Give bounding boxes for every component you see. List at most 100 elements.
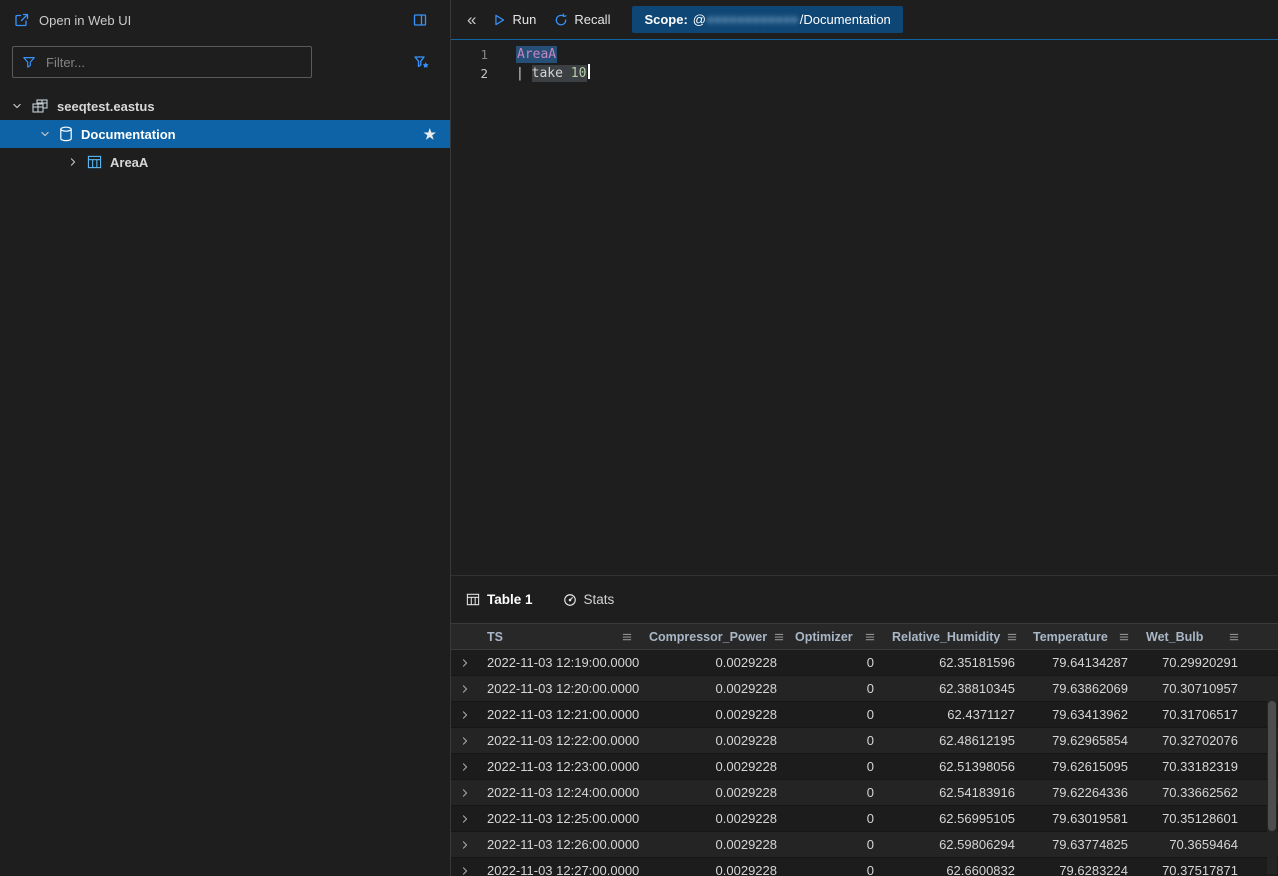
cell-optimizer: 0: [787, 702, 884, 727]
cell-wet-bulb: 70.33182319: [1138, 754, 1248, 779]
cell-optimizer: 0: [787, 832, 884, 857]
filter-row: [0, 40, 450, 84]
cell-ts: 2022-11-03 12:19:00.0000: [479, 650, 641, 675]
column-header-wet-bulb[interactable]: Wet_Bulb: [1138, 624, 1248, 649]
results-panel: Table 1 Stats TS Compressor_Power Optimizer…: [451, 575, 1278, 876]
row-expand-cell[interactable]: [451, 754, 479, 779]
column-header-compressor-power[interactable]: Compressor_Power: [641, 624, 787, 649]
cell-relative-humidity: 62.48612195: [884, 728, 1025, 753]
cell-ts: 2022-11-03 12:25:00.0000: [479, 806, 641, 831]
recall-button[interactable]: Recall: [554, 12, 610, 27]
row-expand-cell[interactable]: [451, 806, 479, 831]
filter-favorites-icon[interactable]: [413, 54, 430, 70]
row-expand-chevron-icon[interactable]: [460, 658, 470, 668]
column-header-optimizer[interactable]: Optimizer: [787, 624, 884, 649]
column-label: Temperature: [1033, 630, 1108, 644]
cell-optimizer: 0: [787, 650, 884, 675]
scope-label: Scope:: [644, 12, 687, 27]
query-editor[interactable]: 1AreaA2| take 10: [451, 40, 1278, 575]
cell-optimizer: 0: [787, 728, 884, 753]
tab-label: Table 1: [487, 592, 533, 607]
row-expand-chevron-icon[interactable]: [460, 710, 470, 720]
favorite-star-icon[interactable]: ★: [423, 127, 436, 141]
filter-box[interactable]: [12, 46, 312, 78]
cell-wet-bulb: 70.33662562: [1138, 780, 1248, 805]
table-row[interactable]: 2022-11-03 12:19:00.00000.0029228062.351…: [451, 650, 1278, 676]
column-menu-icon[interactable]: [1228, 631, 1240, 643]
row-expand-chevron-icon[interactable]: [460, 788, 470, 798]
table-row[interactable]: 2022-11-03 12:21:00.00000.0029228062.437…: [451, 702, 1278, 728]
cell-relative-humidity: 62.38810345: [884, 676, 1025, 701]
row-expand-cell[interactable]: [451, 780, 479, 805]
cell-temperature: 79.63862069: [1025, 676, 1138, 701]
scrollbar-thumb[interactable]: [1268, 701, 1276, 831]
table-row[interactable]: 2022-11-03 12:20:00.00000.0029228062.388…: [451, 676, 1278, 702]
filter-funnel-icon: [22, 55, 36, 69]
column-menu-icon[interactable]: [864, 631, 876, 643]
cell-wet-bulb: 70.35128601: [1138, 806, 1248, 831]
cell-temperature: 79.63413962: [1025, 702, 1138, 727]
editor-line-2[interactable]: 2| take 10: [451, 64, 1278, 83]
chevron-down-icon[interactable]: [8, 101, 26, 111]
row-expand-chevron-icon[interactable]: [460, 684, 470, 694]
cell-optimizer: 0: [787, 676, 884, 701]
table-row[interactable]: 2022-11-03 12:27:00.00000.0029228062.660…: [451, 858, 1278, 876]
tree-item-label: seeqtest.eastus: [57, 99, 155, 114]
column-label: Wet_Bulb: [1146, 630, 1203, 644]
row-expand-cell[interactable]: [451, 676, 479, 701]
scope-badge[interactable]: Scope: @ ●●●●●●●●●●●● /Documentation: [632, 6, 902, 33]
column-menu-icon[interactable]: [773, 631, 785, 643]
table-row[interactable]: 2022-11-03 12:22:00.00000.0029228062.486…: [451, 728, 1278, 754]
cell-wet-bulb: 70.31706517: [1138, 702, 1248, 727]
chevron-down-icon[interactable]: [36, 129, 54, 139]
chevron-right-icon[interactable]: [64, 157, 82, 167]
tree-item-areaa[interactable]: AreaA: [0, 148, 450, 176]
cell-compressor-power: 0.0029228: [641, 676, 787, 701]
tree-item-seeqtest-eastus[interactable]: seeqtest.eastus: [0, 92, 450, 120]
editor-line-1[interactable]: 1AreaA: [451, 45, 1278, 64]
column-menu-icon[interactable]: [1006, 631, 1018, 643]
column-label: Compressor_Power: [649, 630, 767, 644]
column-header-temperature[interactable]: Temperature: [1025, 624, 1138, 649]
open-in-web-ui-button[interactable]: Open in Web UI: [14, 12, 131, 28]
column-header-relative-humidity[interactable]: Relative_Humidity: [884, 624, 1025, 649]
row-expand-chevron-icon[interactable]: [460, 866, 470, 876]
cell-ts: 2022-11-03 12:20:00.0000: [479, 676, 641, 701]
collapse-editor-icon[interactable]: «: [467, 11, 476, 28]
row-expand-cell[interactable]: [451, 650, 479, 675]
row-expand-chevron-icon[interactable]: [460, 762, 470, 772]
cell-ts: 2022-11-03 12:23:00.0000: [479, 754, 641, 779]
cell-relative-humidity: 62.56995105: [884, 806, 1025, 831]
vertical-scrollbar[interactable]: [1267, 698, 1277, 874]
recall-label: Recall: [574, 12, 610, 27]
row-expand-cell[interactable]: [451, 832, 479, 857]
row-expand-chevron-icon[interactable]: [460, 814, 470, 824]
cell-temperature: 79.64134287: [1025, 650, 1138, 675]
table-row[interactable]: 2022-11-03 12:26:00.00000.0029228062.598…: [451, 832, 1278, 858]
code-text: | take 10: [516, 64, 590, 83]
cell-compressor-power: 0.0029228: [641, 702, 787, 727]
column-menu-icon[interactable]: [621, 631, 633, 643]
column-header-ts[interactable]: TS: [479, 624, 641, 649]
cell-compressor-power: 0.0029228: [641, 650, 787, 675]
cell-relative-humidity: 62.6600832: [884, 858, 1025, 876]
run-button[interactable]: Run: [492, 12, 536, 27]
row-expand-cell[interactable]: [451, 702, 479, 727]
tab-stats[interactable]: Stats: [563, 592, 615, 607]
row-expand-cell[interactable]: [451, 728, 479, 753]
cell-optimizer: 0: [787, 858, 884, 876]
row-expand-chevron-icon[interactable]: [460, 736, 470, 746]
run-label: Run: [512, 12, 536, 27]
split-panel-icon[interactable]: [412, 12, 428, 28]
table-row[interactable]: 2022-11-03 12:24:00.00000.0029228062.541…: [451, 780, 1278, 806]
table-row[interactable]: 2022-11-03 12:25:00.00000.0029228062.569…: [451, 806, 1278, 832]
row-expand-cell[interactable]: [451, 858, 479, 876]
tree-item-documentation[interactable]: Documentation★: [0, 120, 450, 148]
table-row[interactable]: 2022-11-03 12:23:00.00000.0029228062.513…: [451, 754, 1278, 780]
column-menu-icon[interactable]: [1118, 631, 1130, 643]
tab-table-1[interactable]: Table 1: [466, 592, 533, 607]
row-expand-chevron-icon[interactable]: [460, 840, 470, 850]
filter-input[interactable]: [44, 54, 302, 71]
cell-ts: 2022-11-03 12:22:00.0000: [479, 728, 641, 753]
cell-optimizer: 0: [787, 754, 884, 779]
